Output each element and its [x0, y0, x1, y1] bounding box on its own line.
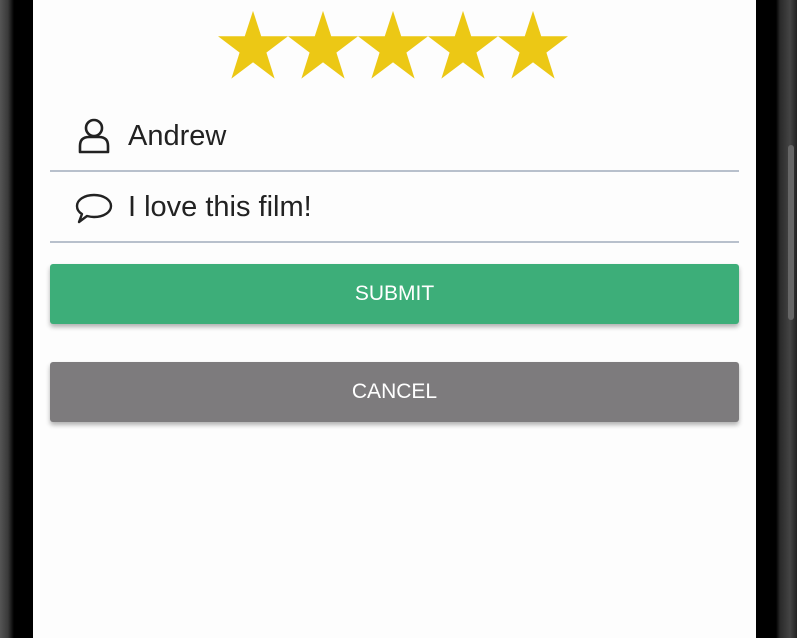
- star-icon[interactable]: [358, 10, 428, 82]
- star-icon[interactable]: [498, 10, 568, 82]
- user-icon: [78, 118, 110, 154]
- comment-field[interactable]: I love this film!: [50, 173, 739, 243]
- star-icon[interactable]: [288, 10, 358, 82]
- star-icon[interactable]: [218, 10, 288, 82]
- star-icon[interactable]: [428, 10, 498, 82]
- star-rating[interactable]: [218, 10, 568, 82]
- speech-bubble-icon: [75, 193, 113, 224]
- name-input[interactable]: Andrew: [128, 120, 226, 153]
- phone-side-button: [788, 145, 794, 320]
- name-field[interactable]: Andrew: [50, 102, 739, 172]
- submit-button[interactable]: SUBMIT: [50, 264, 739, 324]
- phone-bezel-left: [0, 0, 33, 638]
- app-screen: Andrew I love this film! SUBMIT CANCEL: [33, 0, 756, 638]
- cancel-button[interactable]: CANCEL: [50, 362, 739, 422]
- comment-input[interactable]: I love this film!: [128, 191, 312, 224]
